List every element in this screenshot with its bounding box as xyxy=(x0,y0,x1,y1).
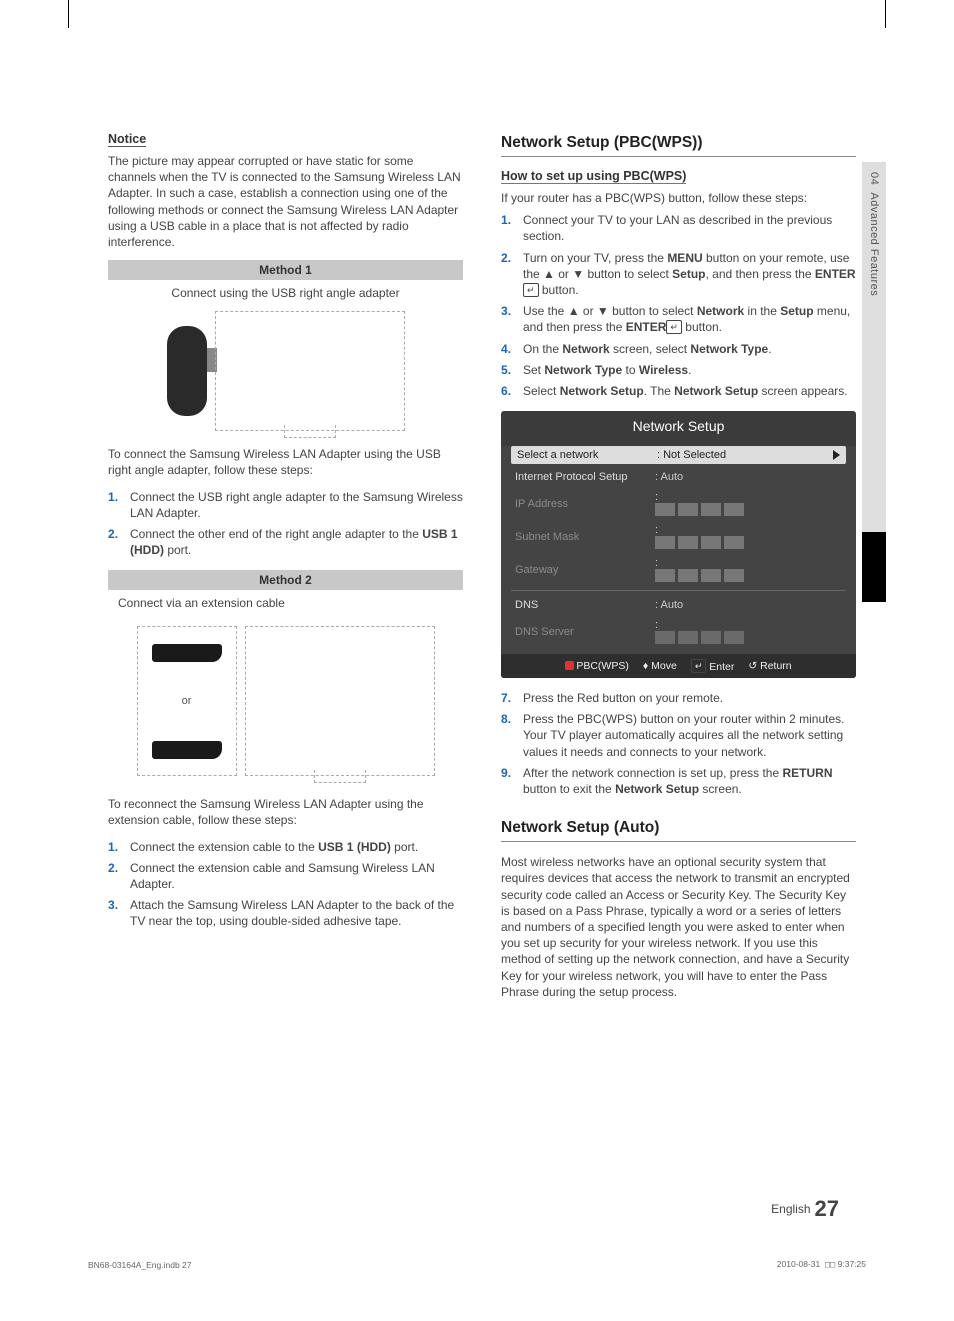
footer-return[interactable]: ↺ Return xyxy=(748,660,791,672)
footer-doc: BN68-03164A_Eng.indb 27 xyxy=(88,1260,192,1270)
updown-icon: ♦ xyxy=(643,660,648,672)
row-select-network[interactable]: Select a network : Not Selected xyxy=(511,446,846,464)
method1-steps: Connect the USB right angle adapter to t… xyxy=(108,489,463,559)
sidebar-label: 04 Advanced Features xyxy=(868,162,880,296)
method2-steps: Connect the extension cable to the USB 1… xyxy=(108,839,463,930)
list-item: Connect the extension cable and Samsung … xyxy=(108,860,463,892)
notice-paragraph: The picture may appear corrupted or have… xyxy=(108,153,463,250)
list-item: Turn on your TV, press the MENU button o… xyxy=(501,250,856,299)
enter-icon xyxy=(666,320,682,334)
arrow-right-icon xyxy=(833,450,840,460)
method2-diagram: or xyxy=(136,616,436,786)
pbc-steps-pre: Connect your TV to your LAN as described… xyxy=(501,212,856,399)
return-icon: ↺ xyxy=(748,660,757,672)
page: 04 Advanced Features Notice The picture … xyxy=(0,32,954,1292)
row-ip-setup[interactable]: Internet Protocol Setup : Auto xyxy=(511,467,846,487)
enter-icon xyxy=(691,659,707,673)
list-item: Connect your TV to your LAN as described… xyxy=(501,212,856,244)
pbc-intro: If your router has a PBC(WPS) button, fo… xyxy=(501,190,856,206)
sidebar-tab: 04 Advanced Features xyxy=(862,162,886,532)
row-gateway: Gateway : xyxy=(511,553,846,586)
footer-enter[interactable]: Enter xyxy=(691,659,735,673)
tv-outline-icon xyxy=(245,626,435,776)
list-item: Press the Red button on your remote. xyxy=(501,690,856,706)
footer-pbc[interactable]: PBC(WPS) xyxy=(565,660,629,672)
red-a-icon xyxy=(565,661,574,670)
pbc-steps-post: Press the Red button on your remote. Pre… xyxy=(501,690,856,797)
sidebar-thumb xyxy=(862,532,886,602)
notice-heading: Notice xyxy=(108,132,146,147)
cable-options-icon: or xyxy=(137,626,237,776)
method1-caption: Connect using the USB right angle adapte… xyxy=(108,286,463,300)
auto-paragraph: Most wireless networks have an optional … xyxy=(501,854,856,1000)
right-column: Network Setup (PBC(WPS)) How to set up u… xyxy=(501,132,886,1010)
method2-intro: To reconnect the Samsung Wireless LAN Ad… xyxy=(108,796,463,828)
panel-footer: PBC(WPS) ♦ Move Enter ↺ Return xyxy=(501,654,856,678)
panel-title: Network Setup xyxy=(501,411,856,440)
enter-icon xyxy=(523,283,539,297)
list-item: Press the PBC(WPS) button on your router… xyxy=(501,711,856,760)
list-item: Connect the extension cable to the USB 1… xyxy=(108,839,463,855)
auto-section-title: Network Setup (Auto) xyxy=(501,819,856,842)
footer-timestamp: 2010-08-31 □□ 9:37:25 xyxy=(777,1259,866,1270)
list-item: On the Network screen, select Network Ty… xyxy=(501,341,856,357)
list-item: Use the ▲ or ▼ button to select Network … xyxy=(501,303,856,335)
list-item: Set Network Type to Wireless. xyxy=(501,362,856,378)
method2-caption: Connect via an extension cable xyxy=(108,596,463,610)
network-setup-panel: Network Setup Select a network : Not Sel… xyxy=(501,411,856,678)
left-column: Notice The picture may appear corrupted … xyxy=(108,132,463,1010)
wlan-adapter-icon xyxy=(167,326,207,416)
list-item: Connect the other end of the right angle… xyxy=(108,526,463,558)
row-subnet: Subnet Mask : xyxy=(511,520,846,553)
row-ip-address: IP Address : xyxy=(511,487,846,520)
or-label: or xyxy=(182,695,192,707)
row-dns[interactable]: DNS : Auto xyxy=(511,595,846,615)
method1-diagram xyxy=(136,306,436,436)
tv-outline-icon xyxy=(215,311,405,431)
method1-banner: Method 1 xyxy=(108,260,463,280)
row-dns-server: DNS Server : xyxy=(511,615,846,648)
pbc-section-title: Network Setup (PBC(WPS)) xyxy=(501,134,856,157)
list-item: After the network connection is set up, … xyxy=(501,765,856,797)
footer-move[interactable]: ♦ Move xyxy=(643,660,677,672)
crop-marks xyxy=(0,0,954,32)
method1-intro: To connect the Samsung Wireless LAN Adap… xyxy=(108,446,463,478)
method2-banner: Method 2 xyxy=(108,570,463,590)
list-item: Connect the USB right angle adapter to t… xyxy=(108,489,463,521)
list-item: Select Network Setup. The Network Setup … xyxy=(501,383,856,399)
pbc-sub-heading: How to set up using PBC(WPS) xyxy=(501,169,686,184)
page-number: English27 xyxy=(771,1196,839,1222)
list-item: Attach the Samsung Wireless LAN Adapter … xyxy=(108,897,463,929)
